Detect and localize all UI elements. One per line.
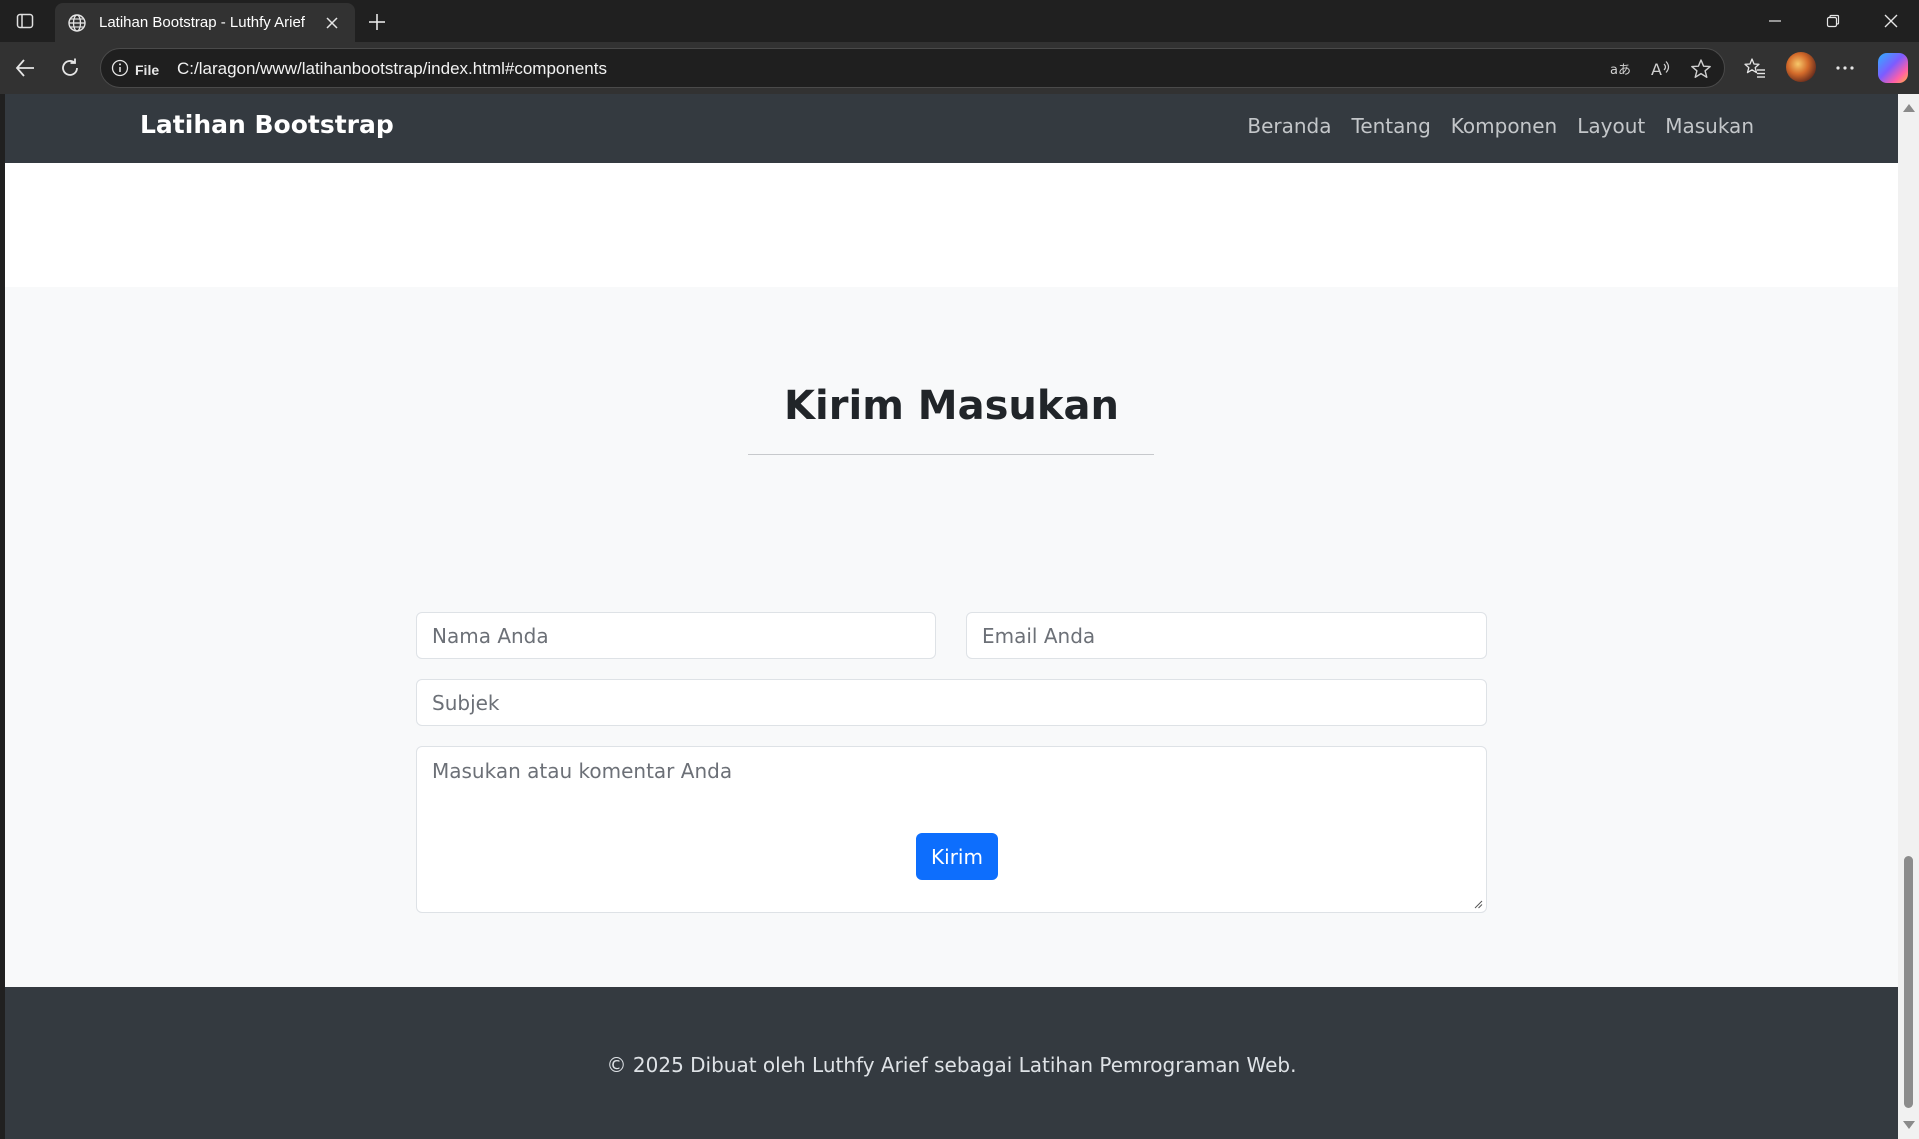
navbar-brand[interactable]: Latihan Bootstrap — [140, 110, 394, 139]
address-url[interactable]: C:/laragon/www/latihanbootstrap/index.ht… — [177, 59, 607, 79]
globe-icon — [67, 13, 87, 33]
minimize-icon[interactable] — [1746, 0, 1804, 42]
tab-title: Latihan Bootstrap - Luthfy Arief — [99, 14, 305, 31]
svg-text:A: A — [1651, 60, 1662, 79]
nav-link-komponen[interactable]: Komponen — [1451, 114, 1557, 138]
browser-toolbar: File C:/laragon/www/latihanbootstrap/ind… — [0, 42, 1919, 94]
svg-text:aあ: aあ — [1610, 63, 1631, 78]
name-placeholder: Nama Anda — [432, 623, 549, 648]
section-title: Kirim Masukan — [784, 383, 1119, 429]
address-bar[interactable]: File C:/laragon/www/latihanbootstrap/ind… — [100, 48, 1725, 88]
nav-link-tentang[interactable]: Tentang — [1352, 114, 1431, 138]
avatar[interactable] — [1786, 52, 1816, 82]
subject-input[interactable]: Subjek — [416, 679, 1487, 726]
message-placeholder: Masukan atau komentar Anda — [432, 759, 733, 783]
translate-icon[interactable]: aあ — [1608, 56, 1634, 82]
more-icon[interactable] — [1830, 53, 1860, 83]
resize-handle-icon[interactable] — [1474, 900, 1483, 909]
nav-link-beranda[interactable]: Beranda — [1247, 114, 1331, 138]
tab-actions-icon[interactable] — [12, 8, 38, 34]
info-icon — [111, 59, 129, 81]
email-placeholder: Email Anda — [982, 623, 1096, 648]
star-icon[interactable] — [1688, 56, 1714, 82]
message-textarea[interactable]: Masukan atau komentar Anda — [416, 746, 1487, 913]
submit-button[interactable]: Kirim — [916, 833, 998, 880]
footer-text: © 2025 Dibuat oleh Luthfy Arief sebagai … — [606, 1053, 1297, 1077]
read-aloud-icon[interactable]: A — [1648, 56, 1674, 82]
feedback-section: Kirim Masukan Nama Anda Email Anda Subje… — [5, 287, 1898, 987]
scroll-up-arrow-icon[interactable] — [1903, 104, 1915, 112]
browser-tab-bar: Latihan Bootstrap - Luthfy Arief — [0, 0, 1919, 42]
refresh-icon[interactable] — [55, 53, 85, 83]
page-viewport: Latihan Bootstrap Beranda Tentang Kompon… — [5, 94, 1898, 1139]
favorites-icon[interactable] — [1740, 53, 1770, 83]
plus-icon[interactable] — [363, 8, 391, 36]
scroll-thumb[interactable] — [1904, 856, 1913, 1108]
site-info-button[interactable]: File — [111, 59, 159, 81]
nav-link-masukan[interactable]: Masukan — [1665, 114, 1754, 138]
email-input[interactable]: Email Anda — [966, 612, 1487, 659]
browser-tab[interactable]: Latihan Bootstrap - Luthfy Arief — [55, 3, 355, 42]
name-input[interactable]: Nama Anda — [416, 612, 936, 659]
scheme-label: File — [135, 62, 160, 78]
subject-placeholder: Subjek — [432, 690, 500, 715]
close-window-icon[interactable] — [1862, 0, 1919, 42]
vertical-scrollbar[interactable] — [1898, 94, 1919, 1139]
scroll-down-arrow-icon[interactable] — [1903, 1121, 1915, 1129]
arrow-left-icon[interactable] — [10, 53, 40, 83]
restore-icon[interactable] — [1804, 0, 1862, 42]
title-divider — [748, 454, 1154, 455]
site-navbar: Latihan Bootstrap Beranda Tentang Kompon… — [5, 94, 1898, 163]
nav-link-layout[interactable]: Layout — [1577, 114, 1645, 138]
copilot-icon[interactable] — [1878, 53, 1908, 83]
close-icon[interactable] — [321, 12, 343, 34]
site-footer: © 2025 Dibuat oleh Luthfy Arief sebagai … — [5, 987, 1898, 1139]
nav-links: Beranda Tentang Komponen Layout Masukan — [1247, 114, 1754, 138]
content-area — [5, 163, 1898, 287]
